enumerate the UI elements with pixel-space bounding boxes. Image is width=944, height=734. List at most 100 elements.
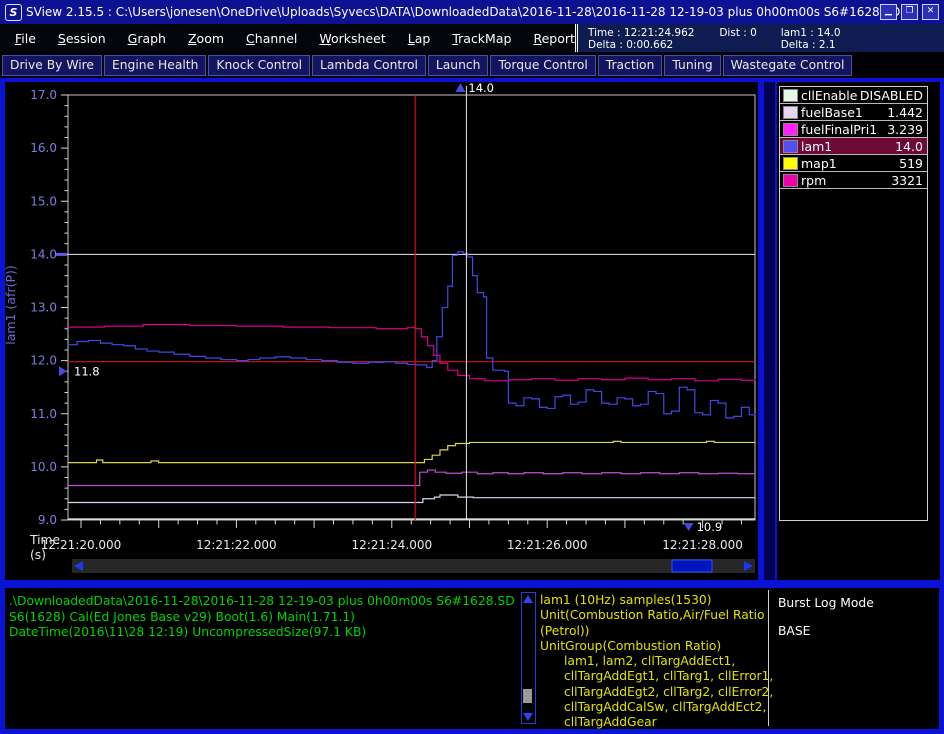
tab-torque-control[interactable]: Torque Control [490, 55, 595, 76]
menu-zoom[interactable]: Zoom [177, 31, 235, 46]
channel-row-rpm[interactable]: rpm3321 [780, 172, 927, 189]
time-scrollbar-thumb[interactable] [672, 560, 712, 572]
channel-color-swatch [783, 106, 798, 119]
scroll-down-icon[interactable] [523, 713, 533, 721]
tab-engine-health[interactable]: Engine Health [104, 55, 206, 76]
menu-trackmap[interactable]: TrackMap [441, 31, 522, 46]
time-scrollbar-track[interactable] [72, 559, 755, 573]
channel-unit-info-line: cllTargAddGear [540, 715, 766, 730]
channel-unit-info-line: (Petrol)) [540, 624, 766, 639]
channel-unit-info: lam1 (10Hz) samples(1530)Unit(Combustion… [540, 593, 766, 731]
menu-graph[interactable]: Graph [117, 31, 177, 46]
max-marker-icon [455, 83, 465, 92]
channel-color-swatch [783, 140, 798, 153]
channel-info-scrollbar[interactable] [521, 592, 536, 724]
channel-color-swatch [783, 174, 798, 187]
channel-unit-info-line: lam1, lam2, cllTargAddEct1, [540, 654, 766, 669]
lam1-chart: 9.010.011.012.013.014.015.016.017.012:21… [5, 82, 758, 580]
footer-divider [768, 590, 769, 726]
channel-value: DISABLED [860, 88, 923, 103]
tab-launch[interactable]: Launch [428, 55, 489, 76]
panel-splitter[interactable] [764, 82, 775, 580]
menu-session[interactable]: Session [47, 31, 117, 46]
channel-unit-info-line: UnitGroup(Combustion Ratio) [540, 639, 766, 654]
channel-value: 519 [899, 156, 923, 171]
channel-unit-info-line: Unit(Combustion Ratio,Air/Fuel Ratio [540, 608, 766, 623]
channel-name: rpm [801, 173, 891, 188]
channel-legend: cllEnableDISABLEDfuelBase11.442fuelFinal… [779, 86, 928, 521]
chart-panel: 9.010.011.012.013.014.015.016.017.012:21… [5, 82, 758, 580]
scrollbar-thumb[interactable] [523, 689, 532, 703]
status-dist: Dist : 0 [719, 27, 777, 39]
maximize-button[interactable]: ❐ [901, 4, 918, 20]
channel-row-fuelFinalPri1[interactable]: fuelFinalPri13.239 [780, 121, 927, 138]
status-channel-delta: Delta : 2.1 [781, 39, 836, 51]
channel-row-lam1[interactable]: lam114.0 [780, 138, 927, 155]
app-window: S SView 2.15.5 : C:\Users\jonesen\OneDri… [0, 0, 944, 734]
window-title: SView 2.15.5 : C:\Users\jonesen\OneDrive… [26, 5, 900, 19]
info-panel: .\DownloadedData\2016-11-28\2016-11-28 1… [5, 588, 939, 729]
trace-lam1 [68, 252, 755, 418]
menu-worksheet[interactable]: Worksheet [308, 31, 396, 46]
max-marker-label: 14.0 [468, 82, 494, 95]
channel-value: 3321 [891, 173, 923, 188]
channel-row-cllEnable[interactable]: cllEnableDISABLED [780, 87, 927, 104]
tab-traction[interactable]: Traction [598, 55, 663, 76]
channel-row-map1[interactable]: map1519 [780, 155, 927, 172]
log-file-info-line: S6(1628) Cal(Ed Jones Base v29) Boot(1.6… [9, 610, 514, 626]
cursor-status-box: Time : 12:21:24.962 Dist : 0 lam1 : 14.0… [575, 24, 944, 52]
minimize-button[interactable]: ▁ [880, 4, 897, 20]
menu-lap[interactable]: Lap [397, 31, 442, 46]
left-marker-label: 11.8 [74, 364, 100, 378]
channel-panel: cllEnableDISABLEDfuelBase11.442fuelFinal… [777, 82, 940, 580]
channel-unit-info-line: cllTargAddEgt2, cllTarg2, cllError2, [540, 685, 766, 700]
tab-tuning[interactable]: Tuning [664, 55, 720, 76]
channel-name: cllEnable [801, 88, 860, 103]
status-delta-time: Delta : 0:00.662 [588, 39, 716, 51]
y-tick-label: 11.0 [30, 407, 57, 421]
trace-fuelFinalPri1 [68, 470, 755, 485]
y-tick-label: 14.0 [30, 247, 57, 261]
tab-drive-by-wire[interactable]: Drive By Wire [2, 55, 102, 76]
channel-unit-info-line: cllTargAddEgt1, cllTarg1, cllError1, [540, 669, 766, 684]
x-axis-title: Time [29, 533, 60, 547]
y-tick-label: 16.0 [30, 141, 57, 155]
log-file-info-line: .\DownloadedData\2016-11-28\2016-11-28 1… [9, 594, 514, 610]
y-tick-label: 15.0 [30, 194, 57, 208]
left-marker-icon [59, 366, 67, 376]
channel-value: 1.442 [887, 105, 923, 120]
plot-border [68, 95, 755, 520]
tab-lambda-control[interactable]: Lambda Control [312, 55, 426, 76]
channel-value: 14.0 [895, 139, 923, 154]
channel-unit-info-line: lam1 (10Hz) samples(1530) [540, 593, 766, 608]
channel-row-fuelBase1[interactable]: fuelBase11.442 [780, 104, 927, 121]
y-tick-label: 17.0 [30, 88, 57, 102]
channel-name: fuelBase1 [801, 105, 887, 120]
y-tick-label: 12.0 [30, 354, 57, 368]
tab-knock-control[interactable]: Knock Control [208, 55, 310, 76]
channel-name: map1 [801, 156, 899, 171]
menu-file[interactable]: File [4, 31, 47, 46]
close-button[interactable]: ✕ [922, 4, 939, 20]
log-file-info-line: DateTime(2016\11\28 12:19) UncompressedS… [9, 625, 514, 641]
tab-wastegate-control[interactable]: Wastegate Control [723, 55, 853, 76]
sview-logo-icon: S [5, 4, 22, 21]
x-tick-label: 12:21:22.000 [196, 538, 277, 552]
y-tick-label: 9.0 [38, 513, 57, 527]
x-tick-label: 12:21:28.000 [662, 538, 743, 552]
y-axis-title: lam1 (afr(P)) [5, 265, 18, 344]
channel-unit-info-line: cllTargAddCalSw, cllTargAddEct2, [540, 700, 766, 715]
channel-color-swatch [783, 123, 798, 136]
scroll-up-icon[interactable] [523, 595, 533, 603]
min-marker-icon [684, 523, 694, 531]
worksheet-tab-bar: Drive By WireEngine HealthKnock ControlL… [0, 52, 944, 78]
channel-color-swatch [783, 89, 798, 102]
menu-bar: FileSessionGraphZoomChannelWorksheetLapT… [0, 24, 944, 52]
title-bar: S SView 2.15.5 : C:\Users\jonesen\OneDri… [0, 0, 944, 24]
x-axis-title: (s) [30, 548, 46, 562]
y-tick-label: 13.0 [30, 301, 57, 315]
log-file-info: .\DownloadedData\2016-11-28\2016-11-28 1… [9, 594, 514, 641]
x-tick-label: 12:21:24.000 [351, 538, 432, 552]
channel-name: lam1 [801, 139, 895, 154]
menu-channel[interactable]: Channel [235, 31, 308, 46]
